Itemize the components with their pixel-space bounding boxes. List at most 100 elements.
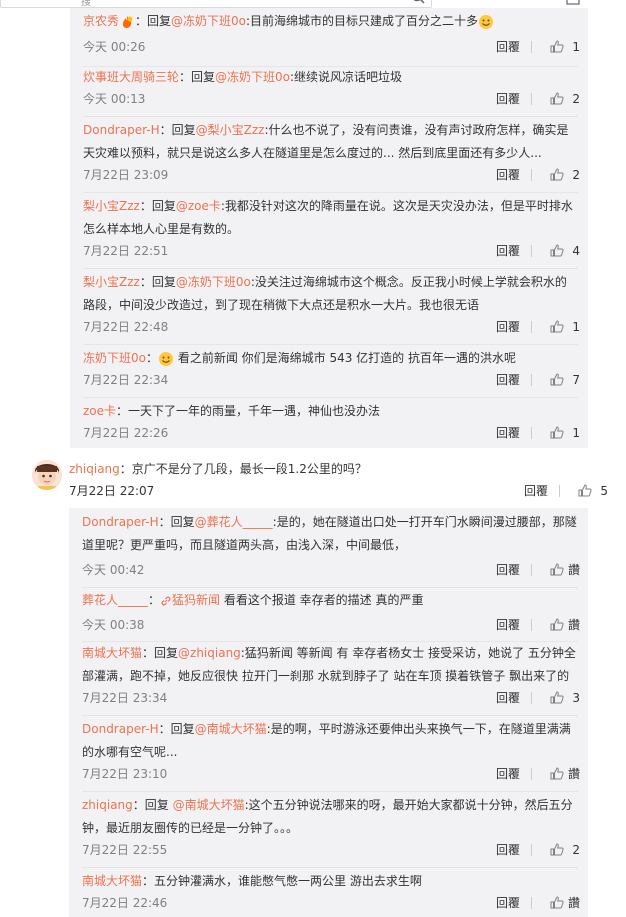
reply-button[interactable]: 回覆 — [524, 482, 548, 500]
reply-button[interactable]: 回覆 — [496, 242, 520, 260]
window-icon[interactable] — [566, 0, 580, 5]
divider — [82, 587, 578, 588]
divider — [83, 116, 578, 117]
reply-item: 冻奶下班0o： 看之前新闻 你们是海绵城市 543 亿打造的 抗百年一遇的洪水呢… — [70, 347, 588, 400]
like-count: 讚 — [567, 767, 580, 781]
reply-text: 南城大坏猫：回复@zhiqiang:猛犸新闻 等新闻 有 幸存者杨女士 接受采访… — [82, 646, 576, 683]
reply-text: 葬花人_____： 猛犸新闻 看看这个报道 幸存者的描述 真的严重 — [82, 593, 424, 607]
reply-user[interactable]: Dondraper-H — [83, 123, 160, 137]
reply-mention[interactable]: @葬花人_____ — [195, 515, 273, 529]
search-input[interactable]: 搜 — [0, 0, 432, 8]
news-link[interactable]: 猛犸新闻 — [172, 593, 220, 607]
reply-user[interactable]: 冻奶下班0o — [83, 351, 146, 365]
divider — [531, 897, 532, 909]
reply-meta: 7月22日 22:51 回覆 4 — [83, 242, 580, 260]
reply-mention[interactable]: @南城大坏猫 — [173, 798, 245, 812]
reply-mention[interactable]: @南城大坏猫 — [195, 722, 267, 736]
like-count: 2 — [572, 92, 580, 106]
reply-user[interactable]: Dondraper-H — [82, 515, 159, 529]
reply-button[interactable]: 回覆 — [496, 318, 520, 336]
reply-user[interactable]: 梨小宝Zzz — [83, 199, 140, 213]
reply-user[interactable]: zoe卡 — [83, 404, 116, 418]
thumbs-up-icon[interactable] — [550, 168, 564, 181]
divider — [82, 867, 578, 868]
divider — [559, 485, 560, 497]
reply-button[interactable]: 回覆 — [496, 90, 520, 108]
thumbs-up-icon[interactable] — [550, 563, 564, 576]
divider — [83, 268, 578, 269]
reply-item: 梨小宝Zzz：回复@冻奶下班0o:没关注过海绵城市这个概念。反正我小时候上学就会… — [70, 271, 588, 347]
reply-button[interactable]: 回覆 — [496, 689, 520, 707]
thumbs-up-icon[interactable] — [550, 40, 564, 53]
reply-item: Dondraper-H：回复@南城大坏猫:是的啊，平时游泳还要伸出头来换气一下，… — [69, 718, 588, 794]
like-count: 1 — [572, 320, 580, 334]
thumbs-up-icon[interactable] — [550, 843, 564, 856]
reply-button[interactable]: 回覆 — [496, 424, 520, 442]
reply-user[interactable]: 炊事班大周骑三轮 — [83, 70, 179, 84]
reply-text: 南城大坏猫：五分钟灌满水，谁能憋气憋一两公里 游出去求生啊 — [82, 874, 422, 888]
divider — [531, 93, 532, 105]
reply-mention[interactable]: @zhiqiang — [178, 646, 241, 660]
reply-button[interactable]: 回覆 — [496, 616, 520, 634]
reply-user[interactable]: 南城大坏猫 — [82, 646, 142, 660]
reply-time: 今天 00:26 — [83, 40, 146, 54]
reply-user[interactable]: 南城大坏猫 — [82, 874, 142, 888]
reply-item: 梨小宝Zzz：回复@zoe卡:我都没针对这次的降雨量在说。这次是天灾没办法，但是… — [70, 195, 588, 271]
divider — [531, 427, 532, 439]
thumbs-up-icon[interactable] — [550, 896, 564, 909]
reply-mention[interactable]: @冻奶下班0o — [215, 70, 290, 84]
reply-item: 京农秀 ：回复@冻奶下班0o:目前海绵城市的目标只建成了百分之二十多 今天 00:… — [70, 10, 588, 68]
thumbs-up-icon[interactable] — [550, 691, 564, 704]
divider — [531, 374, 532, 386]
reply-mention[interactable]: @冻奶下班0o — [176, 275, 251, 289]
reply-text: zhiqiang：回复 @南城大坏猫:这个五分钟说法哪来的呀，最开始大家都说十分… — [82, 798, 573, 835]
reply-meta: 7月22日 22:55 回覆 2 — [82, 841, 580, 859]
avatar-image — [32, 460, 62, 490]
search-icon[interactable] — [411, 0, 425, 4]
thumbs-up-icon[interactable] — [550, 618, 564, 631]
reply-button[interactable]: 回覆 — [496, 841, 520, 859]
reply-button[interactable]: 回覆 — [496, 894, 520, 912]
thumbs-up-icon[interactable] — [550, 426, 564, 439]
reply-time: 7月22日 23:34 — [82, 691, 168, 705]
reply-user[interactable]: 葬花人_____ — [82, 593, 148, 607]
like-count: 1 — [572, 426, 580, 440]
divider — [531, 619, 532, 631]
reply-mention[interactable]: @zoe卡 — [176, 199, 221, 213]
reply-list: Dondraper-H：回复@葬花人_____:是的，她在隧道出口处一打开车门水… — [69, 508, 588, 917]
reply-time: 7月22日 23:10 — [82, 767, 168, 781]
thumbs-up-icon[interactable] — [550, 92, 564, 105]
reply-text: 京农秀 ：回复@冻奶下班0o:目前海绵城市的目标只建成了百分之二十多 — [83, 10, 578, 33]
reply-time: 今天 00:13 — [83, 92, 146, 106]
like-count: 5 — [600, 484, 608, 498]
divider — [531, 245, 532, 257]
reply-time: 7月22日 22:48 — [83, 320, 169, 334]
thumbs-up-icon[interactable] — [578, 484, 592, 497]
reply-button[interactable]: 回覆 — [496, 371, 520, 389]
divider — [82, 715, 578, 716]
reply-item: 南城大坏猫：五分钟灌满水，谁能憋气憋一两公里 游出去求生啊 7月22日 22:4… — [69, 870, 588, 917]
reply-button[interactable]: 回覆 — [496, 561, 520, 579]
reply-user[interactable]: 梨小宝Zzz — [83, 275, 140, 289]
reply-item: zhiqiang：回复 @南城大坏猫:这个五分钟说法哪来的呀，最开始大家都说十分… — [69, 794, 588, 870]
reply-mention[interactable]: @梨小宝Zzz — [196, 123, 265, 137]
reply-button[interactable]: 回覆 — [496, 38, 520, 56]
thumbs-up-icon[interactable] — [550, 244, 564, 257]
reply-user[interactable]: zhiqiang — [82, 798, 133, 812]
reply-meta: 7月22日 22:34 回覆 7 — [83, 371, 580, 389]
thumbs-up-icon[interactable] — [550, 767, 564, 780]
avatar[interactable] — [32, 460, 62, 490]
reply-mention[interactable]: @冻奶下班0o — [171, 14, 246, 28]
reply-user[interactable]: 京农秀 — [83, 14, 119, 28]
divider — [83, 344, 578, 345]
reply-button[interactable]: 回覆 — [496, 166, 520, 184]
thumbs-up-icon[interactable] — [550, 373, 564, 386]
reply-time: 7月22日 22:26 — [83, 426, 169, 440]
thumbs-up-icon[interactable] — [550, 320, 564, 333]
top-bar: 搜 — [0, 0, 626, 8]
reply-button[interactable]: 回覆 — [496, 765, 520, 783]
reply-user[interactable]: Dondraper-H — [82, 722, 159, 736]
reply-item: 葬花人_____： 猛犸新闻 看看这个报道 幸存者的描述 真的严重 今天 00:3… — [69, 589, 588, 642]
divider — [531, 564, 532, 576]
comment-user[interactable]: zhiqiang — [69, 462, 120, 476]
